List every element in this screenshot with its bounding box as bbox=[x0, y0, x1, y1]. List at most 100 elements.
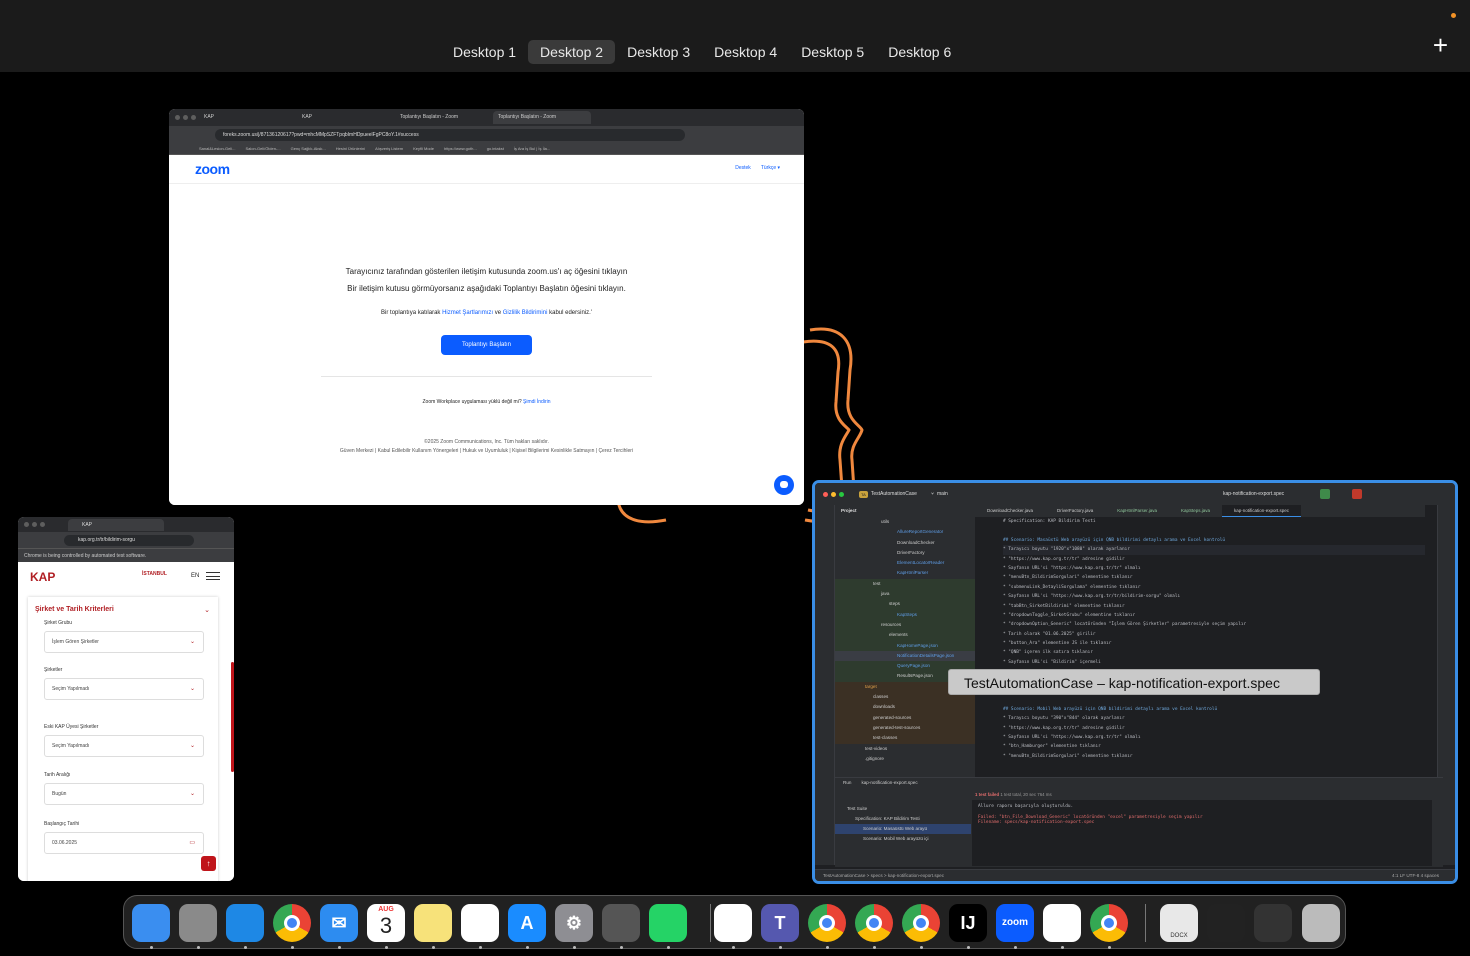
whatsapp-icon[interactable] bbox=[649, 904, 687, 942]
minimize-dot[interactable] bbox=[183, 115, 188, 120]
chrome-icon[interactable] bbox=[808, 904, 846, 942]
chrome-icon[interactable] bbox=[273, 904, 311, 942]
scroll-top-button[interactable]: ↑ bbox=[201, 856, 216, 871]
close-dot[interactable] bbox=[823, 491, 828, 497]
space-desktop-6[interactable]: Desktop 6 bbox=[876, 40, 963, 64]
terms-link[interactable]: Hizmet Şartlarımızı bbox=[442, 310, 493, 316]
mail-icon[interactable]: ✉ bbox=[320, 904, 358, 942]
close-dot[interactable] bbox=[24, 522, 29, 527]
tree-item[interactable]: .gitignore bbox=[835, 754, 975, 764]
footer-links[interactable]: Güven Merkezi | Kabul Edilebilir Kullanı… bbox=[169, 448, 804, 454]
minimized-window-icon[interactable] bbox=[1254, 904, 1292, 942]
zoom-icon[interactable]: zoom bbox=[996, 904, 1034, 942]
launchpad-icon[interactable] bbox=[179, 904, 217, 942]
code-editor[interactable]: DownloadChecker.java DriverFactory.java … bbox=[975, 505, 1425, 777]
language-toggle[interactable]: EN bbox=[191, 573, 199, 579]
address-bar[interactable]: kap.org.tr/tr/bildirim-sorgu bbox=[64, 534, 194, 546]
tree-item[interactable]: ElementLocatorReader bbox=[835, 558, 975, 568]
run-icon[interactable] bbox=[1320, 489, 1330, 499]
tree-item[interactable]: DriverFactory bbox=[835, 548, 975, 558]
browser-tab[interactable]: KAP bbox=[199, 111, 297, 124]
kap-browser-window[interactable]: KAP kap.org.tr/tr/bildirim-sorgu Chrome … bbox=[18, 517, 234, 881]
start-date-input[interactable]: 03.06.2025 ▭ bbox=[44, 832, 204, 854]
bookmark-item[interactable]: Genç Sağlık-Aksk... bbox=[291, 146, 326, 151]
notes-icon[interactable] bbox=[414, 904, 452, 942]
zoom-logo[interactable]: zoom bbox=[195, 161, 230, 177]
project-panel-header[interactable]: Project bbox=[835, 505, 975, 517]
bookmark-item[interactable]: İş Ara İş Bul | İş İla... bbox=[514, 146, 550, 151]
tree-item[interactable]: test-classes bbox=[835, 733, 975, 744]
editor-tab-active[interactable]: kap-notification-export.spec bbox=[1222, 505, 1302, 517]
java-icon[interactable] bbox=[1043, 904, 1081, 942]
finder-icon[interactable] bbox=[132, 904, 170, 942]
language-selector[interactable]: Türkçe ▾ bbox=[761, 165, 780, 171]
app-store-icon[interactable]: A bbox=[508, 904, 546, 942]
tree-item[interactable]: DownloadChecker bbox=[835, 538, 975, 548]
former-members-select[interactable]: Seçim Yapılmadı ⌄ bbox=[44, 735, 204, 757]
date-range-select[interactable]: Bugün ⌄ bbox=[44, 783, 204, 805]
address-bar[interactable]: foreks.zoom.us/j/87136120617?pwd=mhcMMpS… bbox=[215, 128, 685, 141]
zoom-browser-window[interactable]: KAP KAP Toplantıyı Başlatın - Zoom Topla… bbox=[169, 109, 804, 505]
chat-icon[interactable] bbox=[774, 475, 794, 495]
safari-icon[interactable] bbox=[226, 904, 264, 942]
tree-item[interactable]: steps bbox=[835, 599, 975, 610]
tree-item[interactable]: resources bbox=[835, 619, 975, 631]
tree-item[interactable]: generated-test-sources bbox=[835, 722, 975, 734]
branch-selector[interactable]: main bbox=[937, 491, 948, 497]
chrome-icon[interactable] bbox=[855, 904, 893, 942]
bookmark-item[interactable]: https://www.goth... bbox=[444, 146, 477, 151]
space-desktop-2[interactable]: Desktop 2 bbox=[528, 40, 616, 64]
space-desktop-3[interactable]: Desktop 3 bbox=[615, 40, 702, 64]
project-selector[interactable]: TestAutomationCase bbox=[871, 491, 917, 497]
tree-item[interactable]: KapSteps bbox=[835, 609, 975, 620]
iphone-mirroring-icon[interactable] bbox=[602, 904, 640, 942]
bookmark-item[interactable]: Keyfli Mode bbox=[413, 146, 434, 151]
tree-item[interactable]: elements bbox=[835, 630, 975, 641]
run-console[interactable]: Allure raporu başarıyla oluşturuldu. Fai… bbox=[972, 800, 1432, 866]
tree-item[interactable]: KapHomePage.json bbox=[835, 640, 975, 651]
bookmark-item[interactable]: go.intakst bbox=[487, 146, 504, 151]
editor-tab[interactable]: KapSteps.java bbox=[1169, 505, 1222, 517]
browser-tab[interactable]: KAP bbox=[297, 111, 395, 124]
minimized-window-icon[interactable] bbox=[1207, 904, 1245, 942]
system-settings-icon[interactable]: ⚙ bbox=[555, 904, 593, 942]
browser-tab-active[interactable]: Toplantıyı Başlatın - Zoom bbox=[493, 111, 591, 124]
space-desktop-1[interactable]: Desktop 1 bbox=[441, 40, 528, 64]
company-group-select[interactable]: İşlem Gören Şirketler ⌄ bbox=[44, 631, 204, 653]
tree-item[interactable]: java bbox=[835, 589, 975, 600]
close-dot[interactable] bbox=[175, 115, 180, 120]
support-link[interactable]: Destek bbox=[735, 165, 751, 171]
code-area[interactable]: # Specification: KAP Bildirim Testi ## S… bbox=[975, 517, 1425, 761]
test-tree-item[interactable]: Specification: KAP Bildirim Testi bbox=[835, 814, 971, 824]
tree-item-selected[interactable]: NotificationDetailsPage.json bbox=[835, 650, 975, 662]
tree-item[interactable]: test bbox=[835, 578, 975, 590]
space-desktop-5[interactable]: Desktop 5 bbox=[789, 40, 876, 64]
bookmark-item[interactable]: Alışveriş Listem bbox=[375, 146, 403, 151]
status-right[interactable]: 4:1 LF UTF-8 4 spaces bbox=[1392, 870, 1439, 881]
test-tree-item-selected[interactable]: Scenario: Masaüstü Web arayü bbox=[835, 824, 971, 834]
companies-select[interactable]: Seçim Yapılmadı ⌄ bbox=[44, 678, 204, 700]
start-meeting-button[interactable]: Toplantıyı Başlatın bbox=[441, 335, 532, 355]
editor-tab[interactable]: DriverFactory.java bbox=[1045, 505, 1105, 517]
tree-item[interactable]: AllureReportGenerator bbox=[835, 527, 975, 537]
tree-item[interactable]: test-videos bbox=[835, 744, 975, 754]
bookmark-item[interactable]: Salon-Geli/Ölden-... bbox=[245, 146, 280, 151]
chrome-icon[interactable] bbox=[902, 904, 940, 942]
add-space-button[interactable]: + bbox=[1433, 30, 1448, 61]
freeform-icon[interactable] bbox=[461, 904, 499, 942]
calendar-icon[interactable]: AUG 3 bbox=[367, 904, 405, 942]
intellij-icon[interactable]: IJ bbox=[949, 904, 987, 942]
bookmark-item[interactable]: Hesini Ürünlerini bbox=[336, 146, 365, 151]
tree-item[interactable]: KapHtmlParser bbox=[835, 568, 975, 578]
vscode-icon[interactable] bbox=[714, 904, 752, 942]
editor-tab[interactable]: DownloadChecker.java bbox=[975, 505, 1045, 517]
hamburger-menu-icon[interactable] bbox=[206, 572, 220, 580]
tree-item[interactable]: generated-sources bbox=[835, 712, 975, 723]
zoom-dot[interactable] bbox=[191, 115, 196, 120]
run-label[interactable]: Run bbox=[843, 778, 851, 788]
kap-logo[interactable]: KAP bbox=[30, 570, 55, 584]
tree-item[interactable]: downloads bbox=[835, 702, 975, 713]
minimize-dot[interactable] bbox=[831, 491, 836, 497]
docx-file-icon[interactable]: DOCX bbox=[1160, 904, 1198, 942]
run-config-selector[interactable]: kap-notification-export.spec bbox=[1223, 491, 1284, 497]
